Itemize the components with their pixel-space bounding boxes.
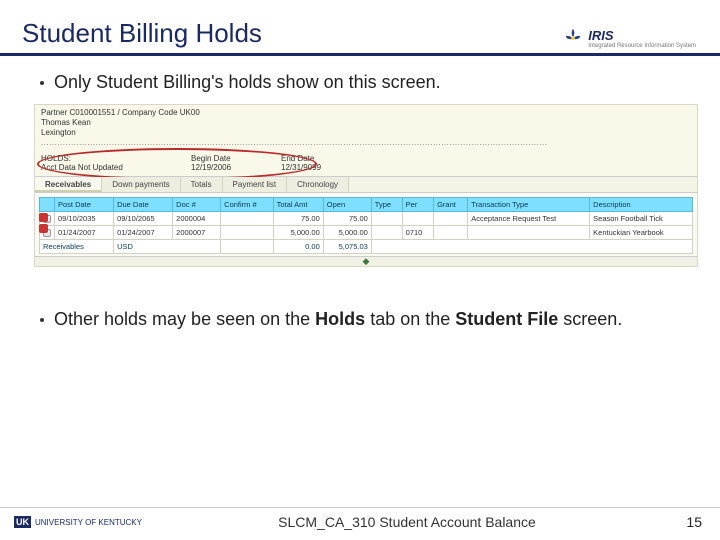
col-open: Open (323, 198, 371, 212)
col-desc: Description (590, 198, 693, 212)
scroll-strip[interactable]: ◆ (35, 256, 697, 266)
bullet-2-text: Other holds may be seen on the Holds tab… (54, 307, 622, 331)
table-row[interactable]: 01/24/2007 01/24/2007 2000007 5,000.00 5… (40, 226, 693, 240)
bullet-dot-icon (40, 318, 44, 322)
holds-label: HOLDS: (41, 154, 181, 163)
col-selector (40, 198, 55, 212)
footer-title: SLCM_CA_310 Student Account Balance (142, 514, 672, 530)
separator-dots: ........................................… (41, 138, 691, 148)
iris-flower-icon (562, 27, 584, 49)
iris-name: IRIS (588, 28, 696, 43)
holds-begin-date: 12/19/2006 (191, 163, 271, 172)
col-total-amt: Total Amt (273, 198, 323, 212)
iris-tagline: Integrated Resource Information System (588, 43, 696, 49)
bullet-dot-icon (40, 81, 44, 85)
tab-chronology[interactable]: Chronology (287, 177, 349, 192)
slide-footer: UK UNIVERSITY OF KENTUCKY SLCM_CA_310 St… (0, 507, 720, 540)
tab-payment-list[interactable]: Payment list (223, 177, 288, 192)
col-type: Type (371, 198, 402, 212)
col-post-date: Post Date (55, 198, 114, 212)
page-title: Student Billing Holds (22, 18, 262, 49)
holds-row-label: Acct Data Not Updated (41, 163, 181, 172)
slide-header: Student Billing Holds IRIS Integrated Re… (0, 0, 720, 56)
bullet-1-text: Only Student Billing's holds show on thi… (54, 70, 441, 94)
scroll-handle-icon: ◆ (363, 256, 370, 267)
partner-line: Partner C010001551 / Company Code UK00 (41, 108, 691, 118)
col-grant: Grant (434, 198, 468, 212)
holds-col-begin: Begin Date (191, 154, 271, 163)
uk-logo: UK UNIVERSITY OF KENTUCKY (14, 516, 142, 528)
sap-tabstrip: Receivables Down payments Totals Payment… (35, 176, 697, 193)
col-confirm: Confirm # (221, 198, 273, 212)
bullet-2: Other holds may be seen on the Holds tab… (40, 307, 694, 331)
table-row[interactable]: 09/10/2035 09/10/2065 2000004 75.00 75.0… (40, 212, 693, 226)
col-doc: Doc # (173, 198, 221, 212)
tab-down-payments[interactable]: Down payments (102, 177, 180, 192)
totals-row: Receivables USD 0.00 5,075.03 (40, 240, 693, 254)
bullet-1: Only Student Billing's holds show on thi… (40, 70, 694, 94)
partner-name: Thomas Kean (41, 118, 691, 128)
holds-section: HOLDS: Begin Date End Date Acct Data Not… (35, 150, 697, 176)
tab-totals[interactable]: Totals (181, 177, 223, 192)
col-due-date: Due Date (114, 198, 173, 212)
sap-panel: Partner C010001551 / Company Code UK00 T… (34, 104, 698, 267)
row-status-icon (39, 224, 48, 233)
col-per: Per (402, 198, 433, 212)
tab-receivables[interactable]: Receivables (35, 177, 102, 192)
partner-city: Lexington (41, 128, 691, 138)
receivables-table: Post Date Due Date Doc # Confirm # Total… (39, 197, 693, 254)
row-status-icon (39, 213, 48, 222)
holds-end-date: 12/31/9099 (281, 163, 361, 172)
uk-mark-icon: UK (14, 516, 31, 528)
holds-col-end: End Date (281, 154, 361, 163)
page-number: 15 (672, 514, 702, 530)
iris-logo: IRIS Integrated Resource Information Sys… (562, 27, 696, 49)
col-ttype: Transaction Type (468, 198, 590, 212)
uk-name: UNIVERSITY OF KENTUCKY (35, 518, 142, 527)
